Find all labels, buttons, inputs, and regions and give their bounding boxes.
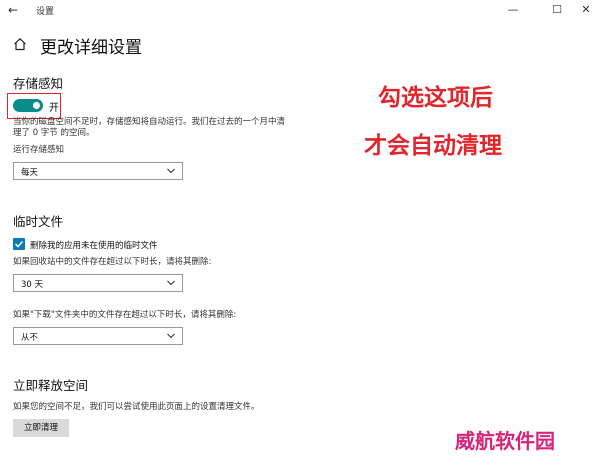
watermark: 威航软件园	[455, 429, 555, 453]
dropdown-value: 30 天	[21, 280, 44, 290]
highlight-box	[7, 93, 61, 119]
temp-files-heading: 临时文件	[13, 214, 64, 229]
chevron-down-icon	[167, 333, 175, 339]
clean-now-button[interactable]: 立即清理	[13, 419, 69, 437]
close-icon[interactable]: ✕	[575, 2, 597, 18]
dropdown-value: 每天	[21, 168, 39, 178]
free-space-description: 如果您的空间不足，我们可以尝试使用此页面上的设置清理文件。	[13, 402, 260, 412]
run-storage-sense-label: 运行存储感知	[13, 145, 65, 155]
minimize-icon[interactable]: —	[502, 2, 524, 18]
maximize-icon[interactable]: ☐	[546, 2, 568, 18]
storage-sense-description-line2: 理了 0 字节 的空间。	[13, 128, 95, 138]
storage-sense-heading: 存储感知	[13, 76, 64, 91]
recycle-bin-label: 如果回收站中的文件存在超过以下时长，请将其删除:	[13, 257, 212, 267]
delete-temp-files-checkbox[interactable]	[13, 238, 25, 250]
annotation-line2: 才会自动清理	[364, 133, 502, 159]
window-title: 设置	[36, 7, 55, 17]
dropdown-value: 从不	[21, 333, 39, 343]
title-bar: ← 设置 — ☐ ✕	[0, 0, 600, 22]
storage-sense-description-line1: 当你的磁盘空间不足时，存储感知将自动运行。我们在过去的一个月中清	[13, 117, 286, 127]
free-space-heading: 立即释放空间	[13, 378, 89, 393]
page-title: 更改详细设置	[40, 38, 142, 58]
run-frequency-dropdown[interactable]: 每天	[13, 162, 183, 180]
recycle-bin-duration-dropdown[interactable]: 30 天	[13, 274, 183, 292]
delete-temp-files-label: 删除我的应用未在使用的临时文件	[30, 241, 158, 251]
downloads-duration-dropdown[interactable]: 从不	[13, 327, 183, 345]
checkmark-icon	[14, 240, 24, 248]
home-icon[interactable]	[13, 37, 27, 51]
downloads-label: 如果"下载"文件夹中的文件存在超过以下时长，请将其删除:	[13, 310, 237, 320]
annotation-line1: 勾选这项后	[378, 85, 493, 111]
chevron-down-icon	[167, 280, 175, 286]
chevron-down-icon	[167, 168, 175, 174]
back-arrow-icon[interactable]: ←	[8, 3, 22, 17]
